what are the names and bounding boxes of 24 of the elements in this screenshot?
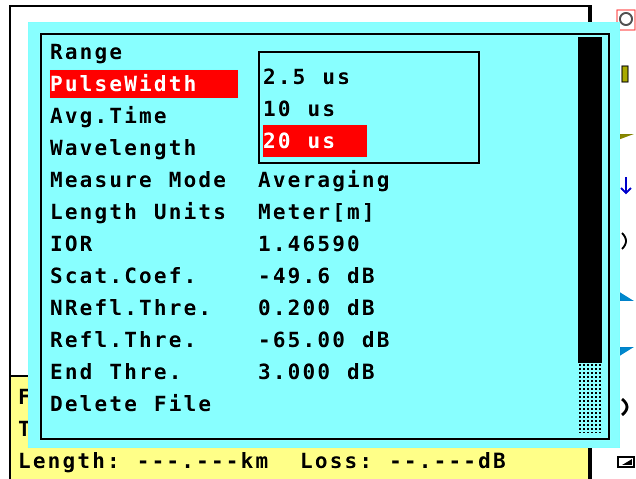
menu-item[interactable]: PulseWidth	[50, 70, 238, 98]
menu-item[interactable]: Measure Mode	[50, 166, 238, 194]
dropdown-option[interactable]: 10 us	[263, 93, 367, 125]
menu-item[interactable]: Scat.Coef.	[50, 262, 238, 290]
menu-item[interactable]: Avg.Time	[50, 102, 238, 130]
menu-item[interactable]: Wavelength	[50, 134, 238, 162]
setting-value: 1.46590	[258, 232, 362, 256]
menu-item[interactable]: NRefl.Thre.	[50, 294, 238, 322]
setting-value: -65.00 dB	[258, 328, 392, 352]
menu-item[interactable]: End Thre.	[50, 358, 238, 386]
status-text: Length: ---.---km Loss: --.---dB	[18, 448, 508, 475]
menu-item[interactable]: Range	[50, 38, 238, 66]
setting-value: Averaging	[258, 168, 392, 192]
setting-value: 0.200 dB	[258, 296, 377, 320]
menu-item[interactable]: Length Units	[50, 198, 238, 226]
menu-item[interactable]: Delete File	[50, 390, 238, 418]
setting-value: 3.000 dB	[258, 360, 377, 384]
setting-value: -49.6 dB	[258, 264, 377, 288]
dropdown-option[interactable]: 2.5 us	[263, 61, 367, 93]
menu-item[interactable]: Refl.Thre.	[50, 326, 238, 354]
dropdown-option[interactable]: 20 us	[263, 125, 367, 157]
scrollbar[interactable]	[578, 37, 602, 433]
menu-item[interactable]: IOR	[50, 230, 238, 258]
setting-value: Meter[m]	[258, 200, 377, 224]
